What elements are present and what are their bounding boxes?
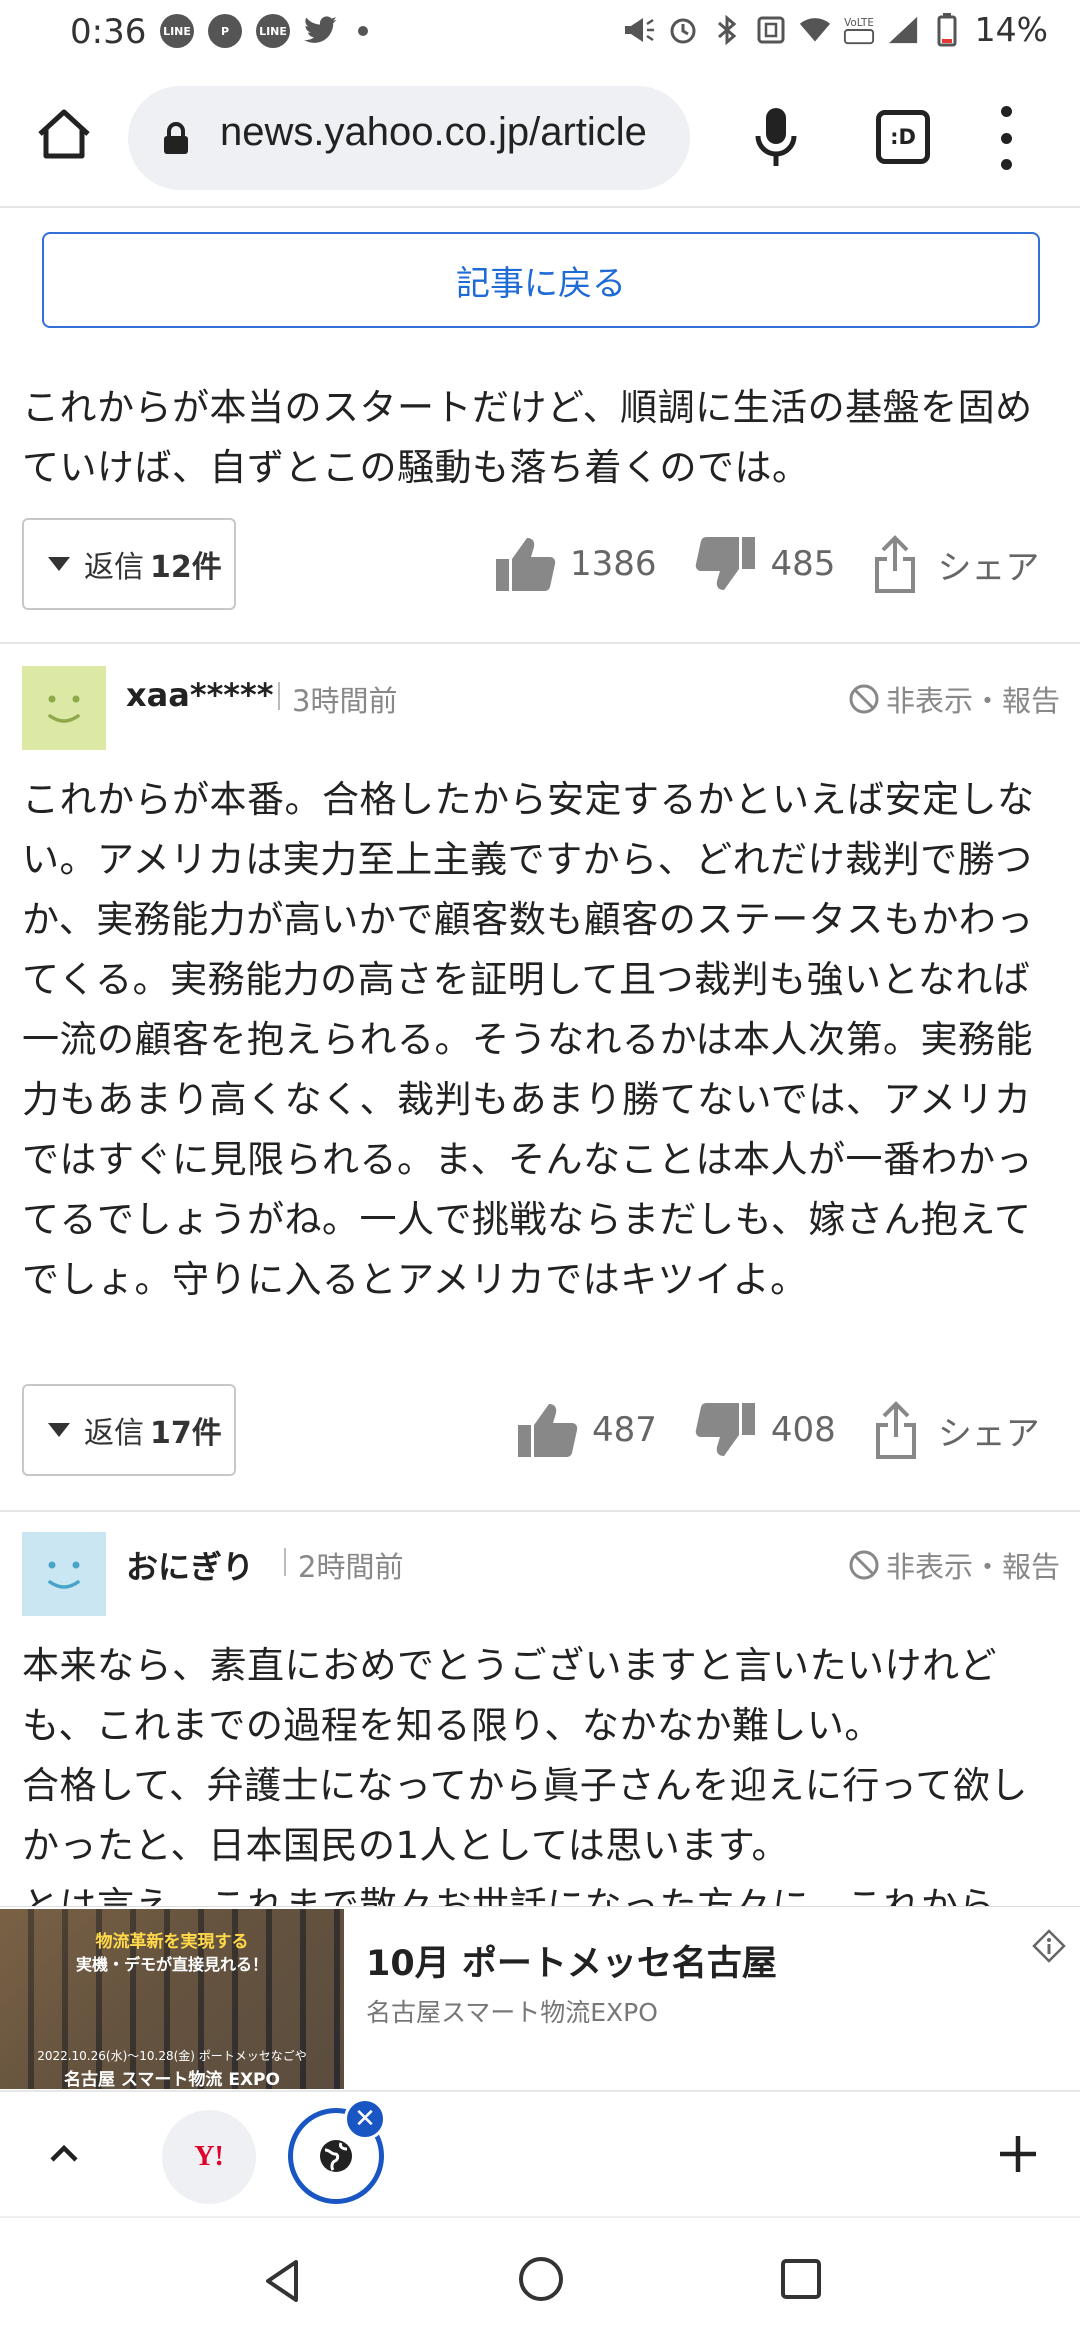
hide-report-button[interactable]: 非表示・報告 xyxy=(848,1544,1060,1586)
ad-info-icon[interactable] xyxy=(1032,1929,1066,1963)
share-button[interactable]: シェア xyxy=(873,535,1039,593)
home-circle-icon[interactable] xyxy=(516,2254,566,2304)
system-nav-bar xyxy=(0,2216,1080,2340)
share-button[interactable]: シェア xyxy=(874,1401,1040,1459)
ban-icon xyxy=(849,1550,879,1580)
ban-icon xyxy=(849,684,879,714)
browser-menu-button[interactable] xyxy=(994,106,1018,170)
comment-text: 本来なら、素直におめでとうございますと言いたいけれども、これまでの過程を知る限り… xyxy=(22,1644,1028,1906)
thumbs-up-icon xyxy=(496,538,556,591)
separator xyxy=(284,1548,286,1576)
comment-text: これからが本番。合格したから安定するかといえば安定しない。アメリカは実力至上主義… xyxy=(22,778,1035,1301)
ad-image-headline: 物流革新を実現する xyxy=(95,1932,249,1952)
new-tab-icon[interactable] xyxy=(996,2132,1040,2176)
comment-text: これからが本当のスタートだけど、順調に生活の基盤を固めていけば、自ずとこの騒動も… xyxy=(22,386,1033,489)
megaphone-icon xyxy=(623,14,655,46)
comment-username[interactable]: おにぎり xyxy=(126,1542,254,1588)
separator xyxy=(278,682,280,710)
browser-toolbar: news.yahoo.co.jp/article :D xyxy=(0,66,1080,208)
share-label: シェア xyxy=(937,547,1040,588)
dislike-count: 408 xyxy=(770,1410,836,1450)
thumbs-down-icon xyxy=(695,537,755,590)
cell-signal-icon xyxy=(887,14,919,46)
alarm-icon xyxy=(667,14,699,46)
share-icon xyxy=(875,1401,916,1459)
comment-actions: 487 408 シェア xyxy=(516,1384,1040,1476)
line-icon: LINE xyxy=(256,14,290,48)
system-status-icons: VoLTE 14% xyxy=(623,10,1048,49)
microphone-icon xyxy=(755,108,797,166)
caret-down-icon xyxy=(48,1423,70,1437)
report-label: 非表示・報告 xyxy=(885,684,1060,718)
url-text: news.yahoo.co.jp/article xyxy=(220,110,647,154)
divider xyxy=(0,1510,1080,1512)
comment-actions: 1386 485 シェア xyxy=(494,518,1039,610)
comment-username[interactable]: xaa***** xyxy=(126,676,274,714)
home-icon xyxy=(38,109,90,159)
volte-icon: VoLTE xyxy=(843,14,875,46)
share-icon xyxy=(875,535,916,593)
battery-percent: 14% xyxy=(974,10,1048,49)
tab-strip: Y! ✕ xyxy=(0,2090,1080,2216)
home-button[interactable] xyxy=(34,104,94,164)
replies-label: 返信 xyxy=(84,1416,144,1451)
tab-switcher-button[interactable]: :D xyxy=(876,110,930,164)
hide-report-button[interactable]: 非表示・報告 xyxy=(848,678,1060,720)
globe-icon xyxy=(320,2140,352,2172)
recents-icon[interactable] xyxy=(778,2256,824,2302)
like-count: 487 xyxy=(592,1410,657,1450)
like-button[interactable]: 1386 xyxy=(494,535,695,593)
replies-toggle-button[interactable]: 返信 12件 xyxy=(22,518,236,610)
report-label: 非表示・報告 xyxy=(885,1550,1060,1584)
dislike-count: 485 xyxy=(770,544,836,584)
notification-icons: LINE P LINE xyxy=(160,14,368,48)
close-tab-icon[interactable]: ✕ xyxy=(344,2098,386,2140)
svg-text:VoLTE: VoLTE xyxy=(844,17,874,29)
back-icon[interactable] xyxy=(258,2256,308,2306)
caret-down-icon xyxy=(48,557,70,571)
voice-search-button[interactable] xyxy=(746,102,806,172)
ad-image[interactable]: 物流革新を実現する 実機・デモが直接見れる！ 2022.10.26(水)～10.… xyxy=(0,1909,344,2089)
replies-label: 返信 xyxy=(84,550,144,585)
bluetooth-icon xyxy=(711,14,743,46)
twitter-icon xyxy=(304,14,338,48)
lock-icon xyxy=(164,122,188,154)
status-bar: 0:36 LINE P LINE VoLTE 14% xyxy=(0,0,1080,66)
wifi-icon xyxy=(799,14,831,46)
ad-image-date: 2022.10.26(水)～10.28(金) ポートメッセなごや xyxy=(37,2049,307,2063)
battery-icon xyxy=(931,12,963,46)
dislike-button[interactable]: 408 xyxy=(695,1401,874,1459)
url-field[interactable]: news.yahoo.co.jp/article xyxy=(128,86,690,190)
status-time: 0:36 xyxy=(70,12,147,52)
avatar[interactable] xyxy=(22,666,106,750)
ad-title[interactable]: 10月 ポートメッセ名古屋 xyxy=(366,1935,777,1986)
line-icon: LINE xyxy=(160,14,194,48)
divider xyxy=(0,642,1080,644)
avatar[interactable] xyxy=(22,1532,106,1616)
thumbs-up-icon xyxy=(518,1404,578,1457)
tab-yahoo[interactable]: Y! xyxy=(162,2110,256,2204)
replies-count: 17件 xyxy=(150,1416,222,1451)
back-to-article-button[interactable]: 記事に戻る xyxy=(42,232,1040,328)
ad-banner[interactable]: 物流革新を実現する 実機・デモが直接見れる！ 2022.10.26(水)～10.… xyxy=(0,1906,1080,2089)
nfc-icon xyxy=(755,14,787,46)
share-label: シェア xyxy=(937,1413,1040,1454)
ad-sponsor: 名古屋スマート物流EXPO xyxy=(366,1998,658,2027)
comment-time: 3時間前 xyxy=(292,684,398,718)
thumbs-down-icon xyxy=(695,1403,755,1456)
pinterest-icon: P xyxy=(208,14,242,48)
ad-image-subline: 実機・デモが直接見れる！ xyxy=(75,1955,268,1974)
replies-count: 12件 xyxy=(150,550,222,585)
comment-time: 2時間前 xyxy=(298,1550,404,1584)
replies-toggle-button[interactable]: 返信 17件 xyxy=(22,1384,236,1476)
like-button[interactable]: 487 xyxy=(516,1401,695,1459)
avatar-bg xyxy=(22,666,106,750)
dislike-button[interactable]: 485 xyxy=(695,535,874,593)
like-count: 1386 xyxy=(570,544,657,584)
more-notifications-dot xyxy=(358,26,368,36)
chevron-up-icon[interactable] xyxy=(44,2134,84,2174)
ad-image-name: 名古屋 スマート物流 EXPO xyxy=(64,2070,280,2089)
